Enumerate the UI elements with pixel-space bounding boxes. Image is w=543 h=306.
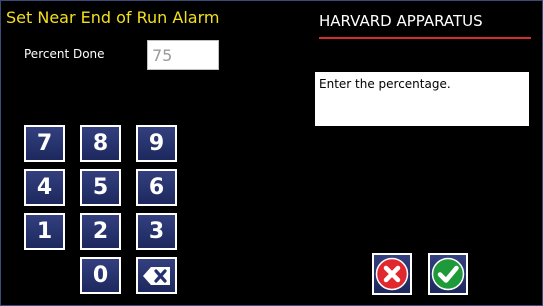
key-2[interactable]: 2 — [80, 213, 121, 250]
page-title: Set Near End of Run Alarm — [6, 8, 220, 27]
key-1[interactable]: 1 — [24, 213, 65, 250]
percent-done-label: Percent Done — [24, 47, 105, 61]
pump-screen: Set Near End of Run Alarm HARVARD APPARA… — [0, 0, 543, 306]
brand-underline — [319, 37, 531, 39]
cancel-icon — [375, 257, 409, 291]
key-7[interactable]: 7 — [24, 125, 65, 162]
key-0[interactable]: 0 — [80, 257, 121, 294]
percent-done-input[interactable]: 75 — [147, 40, 219, 70]
checkmark-icon — [431, 257, 465, 291]
backspace-icon — [142, 266, 170, 285]
hint-box: Enter the percentage. — [315, 72, 529, 126]
key-8[interactable]: 8 — [80, 125, 121, 162]
key-5[interactable]: 5 — [80, 169, 121, 206]
key-6[interactable]: 6 — [136, 169, 177, 206]
key-4[interactable]: 4 — [24, 169, 65, 206]
backspace-button[interactable] — [136, 257, 177, 294]
confirm-button[interactable] — [428, 253, 468, 295]
key-3[interactable]: 3 — [136, 213, 177, 250]
key-9[interactable]: 9 — [136, 125, 177, 162]
cancel-button[interactable] — [372, 253, 412, 295]
brand-name: HARVARD APPARATUS — [319, 12, 483, 30]
